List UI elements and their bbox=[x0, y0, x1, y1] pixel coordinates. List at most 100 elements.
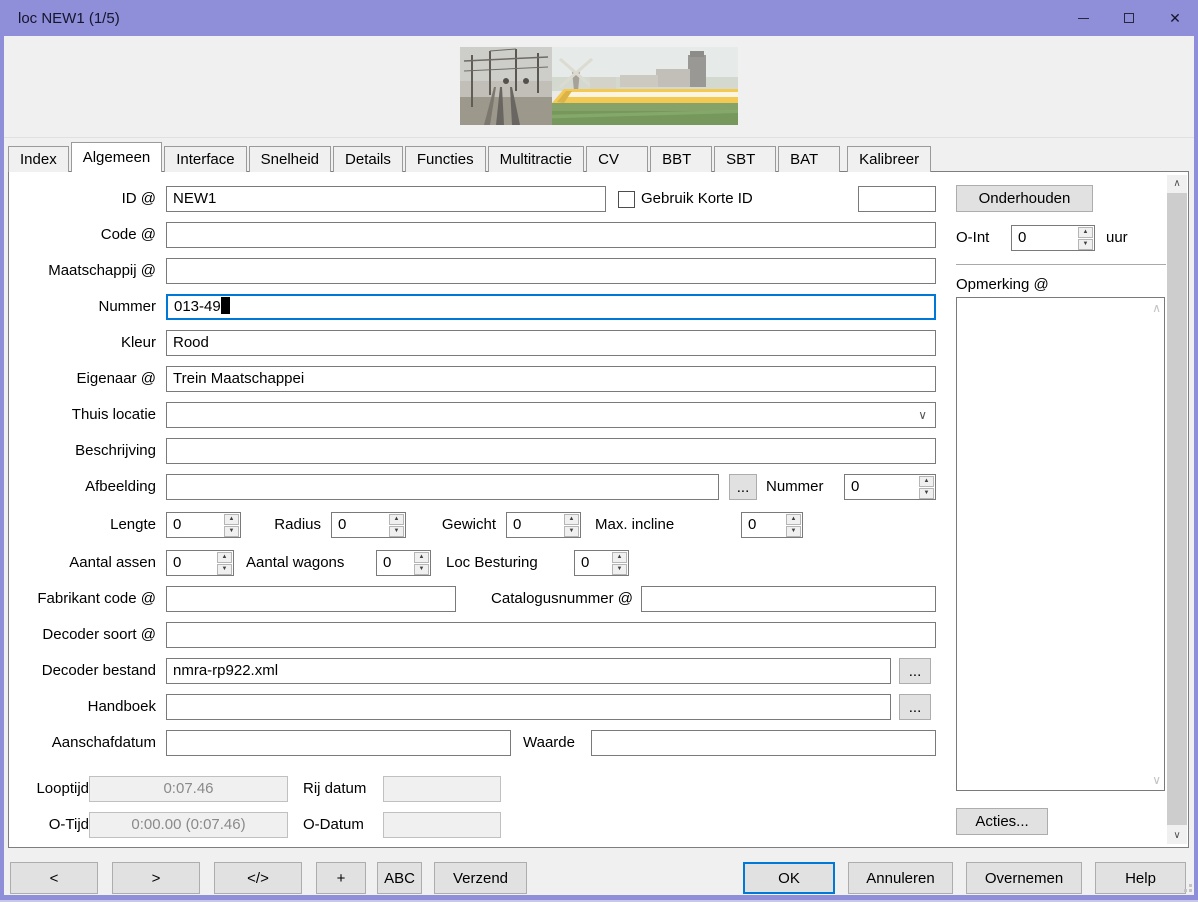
tab-sbt[interactable]: SBT bbox=[714, 146, 776, 172]
scroll-down-icon[interactable]: ∨ bbox=[1152, 773, 1161, 787]
tab-functies[interactable]: Functies bbox=[405, 146, 486, 172]
afbeelding-nummer-spinner[interactable]: 0 ▲▼ bbox=[844, 474, 936, 500]
spin-up-icon[interactable]: ▲ bbox=[564, 514, 579, 525]
fabrikant-code-input[interactable] bbox=[166, 586, 456, 612]
vertical-scrollbar[interactable]: ∧ ∨ bbox=[1167, 175, 1187, 844]
opmerking-textarea[interactable]: ∧ ∨ bbox=[956, 297, 1165, 791]
spin-down-icon[interactable]: ▼ bbox=[389, 526, 404, 537]
spin-down-icon[interactable]: ▼ bbox=[612, 564, 627, 575]
add-button[interactable]: + bbox=[316, 862, 366, 894]
right-panel-divider bbox=[956, 264, 1166, 265]
next-loc-button[interactable]: > bbox=[112, 862, 200, 894]
beschrijving-label: Beschrijving bbox=[19, 438, 156, 464]
spin-up-icon[interactable]: ▲ bbox=[1078, 227, 1093, 238]
tab-kalibreer[interactable]: Kalibreer bbox=[847, 146, 931, 172]
tab-algemeen[interactable]: Algemeen bbox=[71, 142, 163, 172]
nummer-input[interactable]: 013-49 bbox=[166, 294, 936, 320]
tab-multitractie[interactable]: Multitractie bbox=[488, 146, 585, 172]
aantal-assen-spinner[interactable]: 0 ▲▼ bbox=[166, 550, 234, 576]
handboek-input[interactable] bbox=[166, 694, 891, 720]
maatschappij-input[interactable] bbox=[166, 258, 936, 284]
spin-up-icon[interactable]: ▲ bbox=[786, 514, 801, 525]
spin-up-icon[interactable]: ▲ bbox=[414, 552, 429, 563]
tab-interface[interactable]: Interface bbox=[164, 146, 246, 172]
o-datum-readonly-field bbox=[383, 812, 501, 838]
kleur-input[interactable]: Rood bbox=[166, 330, 936, 356]
id-input[interactable]: NEW1 bbox=[166, 186, 606, 212]
spinner-value: 0 bbox=[575, 551, 611, 575]
tab-bat[interactable]: BAT bbox=[778, 146, 840, 172]
spin-up-icon[interactable]: ▲ bbox=[224, 514, 239, 525]
spin-up-icon[interactable]: ▲ bbox=[612, 552, 627, 563]
overnemen-button[interactable]: Overnemen bbox=[966, 862, 1082, 894]
aanschafdatum-input[interactable] bbox=[166, 730, 511, 756]
handboek-label: Handboek bbox=[19, 694, 156, 720]
acties-button[interactable]: Acties... bbox=[956, 808, 1048, 835]
spin-up-icon[interactable]: ▲ bbox=[217, 552, 232, 563]
afbeelding-input[interactable] bbox=[166, 474, 719, 500]
o-int-label: O-Int bbox=[956, 225, 989, 251]
spinner-value: 0 bbox=[1012, 226, 1077, 250]
radius-label: Radius bbox=[253, 512, 321, 538]
looptijd-label: Looptijd bbox=[17, 776, 89, 802]
abc-button[interactable]: ABC bbox=[377, 862, 422, 894]
rij-datum-label: Rij datum bbox=[303, 776, 366, 802]
o-int-spinner[interactable]: 0 ▲▼ bbox=[1011, 225, 1095, 251]
tab-bbt[interactable]: BBT bbox=[650, 146, 712, 172]
decoder-soort-input[interactable] bbox=[166, 622, 936, 648]
maximize-button[interactable] bbox=[1106, 0, 1152, 36]
decoder-bestand-browse-button[interactable]: ... bbox=[899, 658, 931, 684]
previous-loc-button[interactable]: < bbox=[10, 862, 98, 894]
xml-code-button[interactable]: </> bbox=[214, 862, 302, 894]
catalogusnummer-input[interactable] bbox=[641, 586, 936, 612]
spin-down-icon[interactable]: ▼ bbox=[1078, 239, 1093, 250]
eigenaar-input[interactable]: Trein Maatschappei bbox=[166, 366, 936, 392]
tab-snelheid[interactable]: Snelheid bbox=[249, 146, 331, 172]
onderhouden-button[interactable]: Onderhouden bbox=[956, 185, 1093, 212]
waarde-label: Waarde bbox=[523, 730, 575, 756]
window-border-right bbox=[1194, 36, 1198, 897]
minimize-button[interactable] bbox=[1060, 0, 1106, 36]
beschrijving-input[interactable] bbox=[166, 438, 936, 464]
tab-details[interactable]: Details bbox=[333, 146, 403, 172]
korte-id-checkbox[interactable] bbox=[618, 191, 635, 208]
ok-button[interactable]: OK bbox=[743, 862, 835, 894]
verzend-button[interactable]: Verzend bbox=[434, 862, 527, 894]
scrollbar-up-icon[interactable]: ∧ bbox=[1167, 175, 1187, 192]
spin-down-icon[interactable]: ▼ bbox=[224, 526, 239, 537]
spin-down-icon[interactable]: ▼ bbox=[564, 526, 579, 537]
spin-down-icon[interactable]: ▼ bbox=[217, 564, 232, 575]
scrollbar-thumb[interactable] bbox=[1167, 193, 1187, 825]
radius-spinner[interactable]: 0 ▲▼ bbox=[331, 512, 406, 538]
spin-down-icon[interactable]: ▼ bbox=[919, 488, 934, 499]
scrollbar-down-icon[interactable]: ∨ bbox=[1167, 827, 1187, 844]
close-button[interactable]: ✕ bbox=[1152, 0, 1198, 36]
decoder-bestand-input[interactable]: nmra-rp922.xml bbox=[166, 658, 891, 684]
chevron-down-icon[interactable]: ∨ bbox=[918, 403, 927, 428]
spin-down-icon[interactable]: ▼ bbox=[786, 526, 801, 537]
tab-cv[interactable]: CV bbox=[586, 146, 648, 172]
loc-besturing-spinner[interactable]: 0 ▲▼ bbox=[574, 550, 629, 576]
resize-grip-icon[interactable] bbox=[1180, 880, 1192, 892]
help-button[interactable]: Help bbox=[1095, 862, 1186, 894]
handboek-browse-button[interactable]: ... bbox=[899, 694, 931, 720]
spin-down-icon[interactable]: ▼ bbox=[414, 564, 429, 575]
spin-up-icon[interactable]: ▲ bbox=[919, 476, 934, 487]
thuis-locatie-combobox[interactable]: ∨ bbox=[166, 402, 936, 428]
annuleren-button[interactable]: Annuleren bbox=[848, 862, 953, 894]
gewicht-spinner[interactable]: 0 ▲▼ bbox=[506, 512, 581, 538]
spin-up-icon[interactable]: ▲ bbox=[389, 514, 404, 525]
window-border-bottom bbox=[0, 895, 1198, 902]
afbeelding-browse-button[interactable]: ... bbox=[729, 474, 757, 500]
tab-index[interactable]: Index bbox=[8, 146, 69, 172]
korte-id-input[interactable] bbox=[858, 186, 936, 212]
code-input[interactable] bbox=[166, 222, 936, 248]
lengte-spinner[interactable]: 0 ▲▼ bbox=[166, 512, 241, 538]
looptijd-readonly-field: 0:07.46 bbox=[89, 776, 288, 802]
aantal-wagons-spinner[interactable]: 0 ▲▼ bbox=[376, 550, 431, 576]
max-incline-spinner[interactable]: 0 ▲▼ bbox=[741, 512, 803, 538]
korte-id-label: Gebruik Korte ID bbox=[641, 186, 753, 212]
scroll-up-icon[interactable]: ∧ bbox=[1152, 301, 1161, 315]
title-bar[interactable]: loc NEW1 (1/5) ✕ bbox=[0, 0, 1198, 36]
waarde-input[interactable] bbox=[591, 730, 936, 756]
